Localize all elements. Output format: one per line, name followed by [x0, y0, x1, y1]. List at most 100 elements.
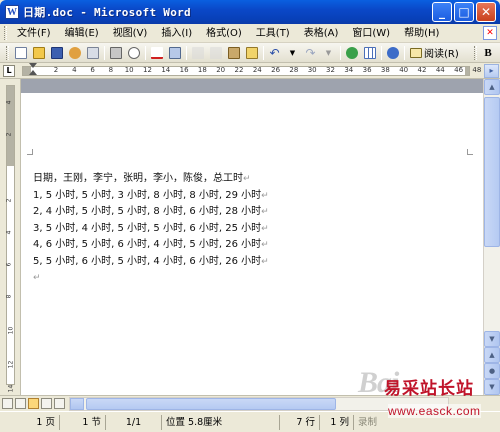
print-preview-icon — [127, 46, 140, 59]
close-document-button[interactable]: ✕ — [483, 26, 497, 40]
toolbar-separator — [381, 45, 382, 60]
menu-bar: 文件(F) 编辑(E) 视图(V) 插入(I) 格式(O) 工具(T) 表格(A… — [0, 24, 500, 43]
vertical-ruler-bar[interactable] — [6, 85, 15, 385]
print-preview-button[interactable] — [125, 44, 142, 61]
scroll-down-button[interactable]: ▼ — [484, 331, 500, 347]
horizontal-scroll-thumb[interactable] — [86, 397, 336, 410]
open-button[interactable] — [30, 44, 47, 61]
menu-view[interactable]: 视图(V) — [106, 25, 155, 42]
vertical-ruler-number: 2 — [5, 132, 13, 137]
indent-marker[interactable] — [29, 63, 37, 77]
research-button[interactable] — [166, 44, 183, 61]
hanging-indent-icon — [29, 70, 37, 75]
cut-button[interactable] — [189, 44, 206, 61]
copy-button[interactable] — [207, 44, 224, 61]
status-page: 1 页 — [0, 414, 60, 430]
menu-window[interactable]: 窗口(W) — [345, 25, 397, 42]
doc-line[interactable]: 4, 6 小时, 5 小时, 6 小时, 4 小时, 5 小时, 26 小时↵ — [33, 237, 269, 254]
redo-dropdown[interactable]: ▼ — [320, 44, 337, 61]
print-button[interactable] — [107, 44, 124, 61]
research-icon — [168, 46, 181, 59]
print-layout-view-button[interactable] — [28, 398, 39, 409]
ruler-scroll-right-button[interactable]: ▸ — [484, 64, 499, 78]
read-button[interactable]: 阅读(R) — [407, 45, 462, 61]
empty-paragraph[interactable]: ↵ — [33, 270, 269, 287]
email-button[interactable] — [84, 44, 101, 61]
permission-button[interactable] — [66, 44, 83, 61]
menu-tools[interactable]: 工具(T) — [249, 25, 297, 42]
new-button[interactable] — [12, 44, 29, 61]
status-column: 1 列 — [320, 414, 354, 430]
menu-help[interactable]: 帮助(H) — [397, 25, 446, 42]
ruler-right-margin — [465, 67, 469, 75]
close-button[interactable]: ✕ — [476, 2, 496, 22]
ruler-bar[interactable]: 2 4 6 8 10 12 14 16 18 20 22 24 26 28 30 32 34 36 38 40 42 44… — [22, 66, 481, 76]
table-button[interactable] — [361, 44, 378, 61]
window-title: 日期.doc - Microsoft Word — [23, 6, 191, 19]
menu-format[interactable]: 格式(O) — [199, 25, 249, 42]
menu-grip[interactable] — [4, 26, 7, 40]
paste-icon — [227, 46, 240, 59]
help-icon — [386, 46, 399, 59]
watermark-url: www.easck.com — [388, 404, 481, 418]
outline-view-button[interactable] — [41, 398, 52, 409]
previous-page-button[interactable]: ▲ — [484, 347, 500, 363]
right-margin-corner — [467, 149, 473, 155]
doc-line[interactable]: 日期，王刚，李宁，张明，李小，陈俊，总工时↵ — [33, 171, 269, 188]
scroll-left-button[interactable] — [70, 397, 84, 410]
undo-button[interactable]: ↶ — [266, 44, 283, 61]
chevron-down-icon: ▼ — [289, 48, 296, 57]
ruler-number: 26 — [271, 66, 281, 74]
status-line: 7 行 — [280, 414, 320, 430]
status-position: 位置 5.8厘米 — [162, 414, 280, 430]
doc-line[interactable]: 5, 5 小时, 6 小时, 5 小时, 4 小时, 6 小时, 26 小时↵ — [33, 254, 269, 271]
chevron-up-icon: ▲ — [489, 83, 495, 91]
close-document-icon: ✕ — [486, 28, 494, 38]
maximize-button[interactable]: □ — [454, 2, 474, 22]
ruler-number: 46 — [454, 66, 464, 74]
normal-view-button[interactable] — [2, 398, 13, 409]
ruler-number: 38 — [380, 66, 390, 74]
print-icon — [109, 46, 122, 59]
toolbar-options-grip[interactable] — [474, 45, 477, 60]
ruler-number: 28 — [289, 66, 299, 74]
undo-dropdown[interactable]: ▼ — [284, 44, 301, 61]
word-app-icon[interactable]: W — [5, 5, 19, 19]
vertical-ruler-number: 4 — [5, 230, 13, 235]
menu-edit[interactable]: 编辑(E) — [58, 25, 106, 42]
web-view-button[interactable] — [15, 398, 26, 409]
site-watermark: Bai 易采站长站 www.easck.com — [358, 366, 500, 432]
doc-line[interactable]: 2, 4 小时, 5 小时, 5 小时, 8 小时, 6 小时, 28 小时↵ — [33, 204, 269, 221]
bold-button[interactable]: B — [480, 45, 496, 61]
paste-button[interactable] — [225, 44, 242, 61]
ruler-number: 6 — [90, 66, 95, 74]
ruler-number: 14 — [161, 66, 171, 74]
help-button[interactable] — [384, 44, 401, 61]
menu-insert[interactable]: 插入(I) — [154, 25, 199, 42]
vertical-ruler-number: 14 — [7, 384, 15, 393]
menu-file[interactable]: 文件(F) — [10, 25, 58, 42]
scroll-up-button[interactable]: ▲ — [484, 79, 500, 95]
vertical-scrollbar[interactable]: ▲ ▼ ▲ ● ▼ — [483, 79, 500, 395]
doc-line[interactable]: 3, 5 小时, 4 小时, 5 小时, 5 小时, 6 小时, 25 小时↵ — [33, 221, 269, 238]
format-painter-button[interactable] — [243, 44, 260, 61]
hyperlink-button[interactable] — [343, 44, 360, 61]
toolbar-grip[interactable] — [6, 45, 9, 60]
ruler-number: 48 — [472, 66, 482, 74]
spelling-button[interactable] — [148, 44, 165, 61]
menu-table[interactable]: 表格(A) — [297, 25, 346, 42]
save-button[interactable] — [48, 44, 65, 61]
read-label: 阅读(R) — [424, 49, 459, 60]
first-line-indent-icon — [29, 63, 37, 68]
doc-line[interactable]: 1, 5 小时, 5 小时, 3 小时, 8 小时, 8 小时, 29 小时↵ — [33, 188, 269, 205]
tab-selector[interactable]: L — [3, 65, 15, 77]
redo-button[interactable]: ↷ — [302, 44, 319, 61]
left-margin-corner — [27, 149, 33, 155]
format-painter-icon — [245, 46, 258, 59]
document-page[interactable]: 日期，王刚，李宁，张明，李小，陈俊，总工时↵ 1, 5 小时, 5 小时, 3 … — [21, 79, 483, 395]
reading-view-button[interactable] — [54, 398, 65, 409]
document-body[interactable]: 日期，王刚，李宁，张明，李小，陈俊，总工时↵ 1, 5 小时, 5 小时, 3 … — [33, 171, 269, 287]
vertical-scroll-thumb[interactable] — [484, 97, 500, 247]
minimize-button[interactable]: _ — [432, 2, 452, 22]
ruler-number: 34 — [344, 66, 354, 74]
